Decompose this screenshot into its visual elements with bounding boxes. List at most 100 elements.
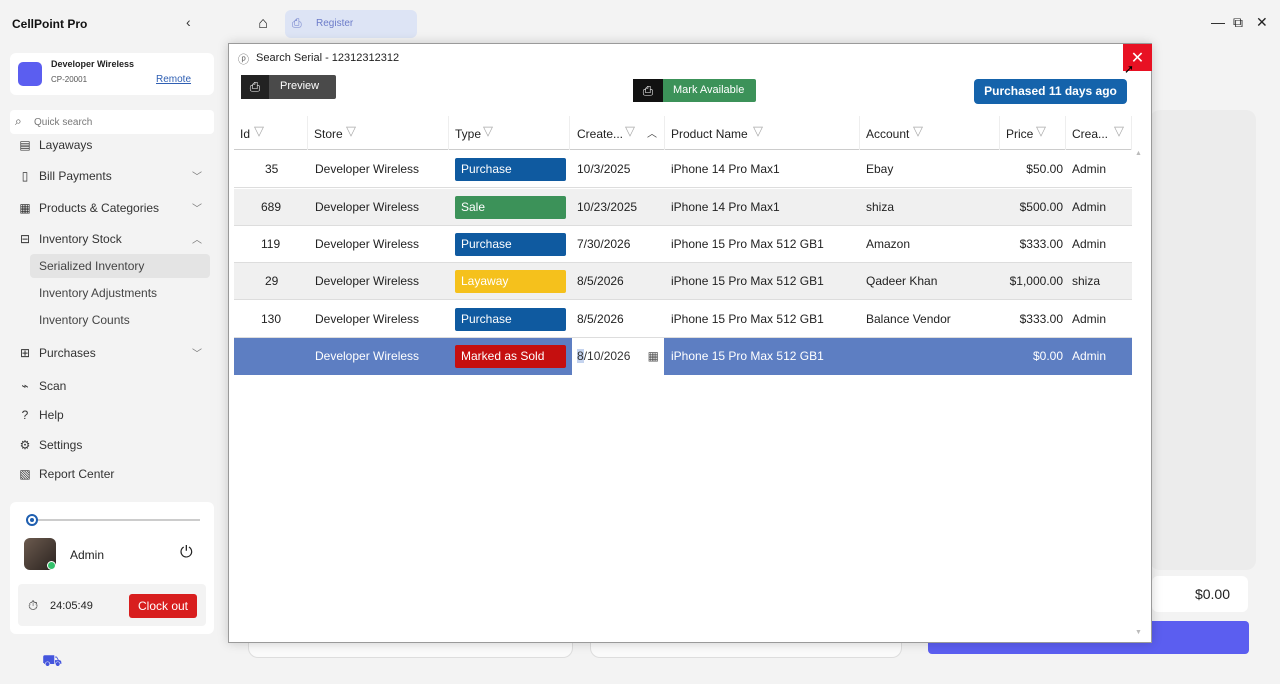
sidebar-item-settings[interactable]: ⚙ Settings — [10, 432, 214, 458]
sidebar-item-scan[interactable]: ⌁ Scan — [10, 373, 214, 399]
table-row[interactable]: 29 Developer Wireless Layaway 8/5/2026 i… — [234, 263, 1132, 300]
shift-timer: 24:05:49 — [50, 600, 93, 612]
mouse-cursor-icon: ➚ — [1124, 62, 1135, 76]
cell-product: iPhone 14 Pro Max1 — [671, 162, 780, 176]
column-header-id[interactable]: Id ▽ — [234, 116, 308, 150]
column-label: Type — [455, 127, 482, 141]
preview-label: Preview — [280, 80, 320, 92]
type-pill: Purchase — [455, 308, 566, 331]
cell-created-by: Admin — [1072, 237, 1107, 251]
delivery-truck-icon[interactable]: ⛟ — [42, 652, 62, 672]
column-header-price[interactable]: Price ▽ — [1000, 116, 1066, 150]
cell-created: 7/30/2026 — [577, 237, 631, 251]
timer-box: ⏱ 24:05:49 Clock out — [18, 584, 206, 626]
cell-created: 10/3/2025 — [577, 162, 631, 176]
sidebar-subitem-inventory-adjustments[interactable]: Inventory Adjustments — [30, 281, 210, 305]
search-serial-dialog: ⓟ Search Serial - 12312312312 ✕ ➚ ⎙ Prev… — [228, 43, 1152, 643]
column-header-account[interactable]: Account ▽ — [860, 116, 1000, 150]
sidebar-item-inventory-stock[interactable]: ⊟ Inventory Stock ︿ — [10, 226, 214, 252]
cell-price: $0.00 — [1032, 349, 1063, 363]
slider-handle[interactable] — [26, 514, 38, 526]
sidebar-item-label: Settings — [39, 438, 83, 452]
slider-track[interactable] — [28, 519, 200, 521]
created-date-editor[interactable]: 8/10/2026 ▦ — [572, 338, 664, 375]
sort-ascending-icon[interactable]: ︿ — [647, 125, 657, 140]
column-header-store[interactable]: Store ▽ — [308, 116, 449, 150]
table-row[interactable]: 35 Developer Wireless Purchase 10/3/2025… — [234, 151, 1132, 188]
filter-icon[interactable]: ▽ — [254, 123, 264, 139]
cell-id: 35 — [265, 162, 279, 176]
filter-icon[interactable]: ▽ — [483, 123, 493, 139]
cell-id: 29 — [265, 274, 279, 288]
tab-register[interactable]: ⎙ Register — [285, 10, 417, 38]
bill-payments-icon: ▯ — [21, 169, 29, 183]
date-editor-selection: 8 — [577, 349, 584, 363]
cell-store: Developer Wireless — [315, 162, 420, 176]
table-row[interactable]: 130 Developer Wireless Purchase 8/5/2026… — [234, 301, 1132, 338]
restore-button[interactable]: ⧉ — [1233, 14, 1243, 31]
column-header-created-by[interactable]: Crea... ▽ — [1066, 116, 1132, 150]
cell-id: 130 — [261, 312, 282, 326]
filter-icon[interactable]: ▽ — [753, 123, 763, 139]
mark-available-button[interactable]: ⎙ Mark Available — [633, 79, 756, 102]
inventory-icon: ⊟ — [19, 232, 31, 246]
column-header-product-name[interactable]: Product Name ▽ — [665, 116, 860, 150]
store-card[interactable]: Developer Wireless CP-20001 Remote — [10, 53, 214, 95]
grid-header: Id ▽ Store ▽ Type ▽ Create... ▽ ︿ Produc… — [234, 116, 1132, 150]
sidebar-item-report-center[interactable]: ▧ Report Center — [10, 461, 214, 487]
cell-product: iPhone 15 Pro Max 512 GB1 — [671, 312, 824, 326]
column-header-type[interactable]: Type ▽ — [449, 116, 570, 150]
sidebar-subitem-serialized-inventory[interactable]: Serialized Inventory — [30, 254, 210, 278]
home-icon[interactable]: ⌂ — [250, 11, 276, 37]
products-icon: ▦ — [19, 201, 31, 215]
cell-account: Qadeer Khan — [866, 274, 938, 288]
scroll-up-arrow[interactable]: ▲ — [1135, 150, 1142, 157]
sidebar-item-layaways[interactable]: ▤ Layaways — [10, 132, 214, 158]
preview-button[interactable]: ⎙ Preview — [241, 75, 336, 99]
cell-price: $333.00 — [1019, 237, 1063, 251]
quick-search[interactable]: ⌕ — [10, 110, 214, 134]
cell-id: 689 — [261, 200, 282, 214]
sidebar-item-purchases[interactable]: ⊞ Purchases ﹀ — [10, 340, 214, 366]
layaways-icon: ▤ — [19, 138, 31, 152]
chevron-down-icon: ﹀ — [192, 204, 202, 215]
table-row[interactable]: 119 Developer Wireless Purchase 7/30/202… — [234, 226, 1132, 263]
table-row[interactable]: 689 Developer Wireless Sale 10/23/2025 i… — [234, 189, 1132, 226]
sidebar-item-products[interactable]: ▦ Products & Categories ﹀ — [10, 195, 214, 221]
sidebar-item-help[interactable]: ? Help — [10, 402, 214, 428]
cell-account: shiza — [866, 200, 895, 214]
scroll-down-arrow[interactable]: ▼ — [1135, 629, 1142, 636]
cell-store: Developer Wireless — [315, 274, 420, 288]
filter-icon[interactable]: ▽ — [346, 123, 356, 139]
calendar-icon[interactable]: ▦ — [648, 338, 659, 375]
quick-search-input[interactable] — [34, 114, 204, 130]
purchased-age-badge: Purchased 11 days ago — [974, 79, 1127, 104]
cell-created: 10/23/2025 — [577, 200, 638, 214]
cell-store: Developer Wireless — [315, 349, 420, 363]
window-close-button[interactable]: ✕ — [1256, 14, 1268, 31]
sidebar-subitem-inventory-counts[interactable]: Inventory Counts — [30, 308, 210, 332]
filter-icon[interactable]: ▽ — [1036, 123, 1046, 139]
settings-icon: ⚙ — [19, 438, 31, 452]
printer-icon: ⎙ — [633, 79, 663, 102]
cell-store: Developer Wireless — [315, 237, 420, 251]
cell-product: iPhone 15 Pro Max 512 GB1 — [671, 237, 824, 251]
dialog-title: Search Serial - 12312312312 — [256, 52, 400, 64]
column-header-created[interactable]: Create... ▽ ︿ — [571, 116, 665, 150]
minimize-button[interactable]: — — [1211, 14, 1225, 30]
power-icon[interactable]: ⏻ — [180, 544, 193, 562]
clock-out-button[interactable]: Clock out — [129, 594, 197, 618]
filter-icon[interactable]: ▽ — [913, 123, 923, 139]
column-label: Account — [866, 127, 910, 141]
filter-icon[interactable]: ▽ — [1114, 123, 1124, 139]
filter-icon[interactable]: ▽ — [625, 123, 635, 139]
sidebar-item-label: Bill Payments — [39, 169, 112, 183]
cell-created-by: Admin — [1072, 312, 1107, 326]
cell-price: $500.00 — [1019, 200, 1063, 214]
collapse-sidebar-button[interactable]: ‹ — [186, 14, 191, 30]
cell-id: 119 — [261, 237, 281, 251]
remote-link[interactable]: Remote — [156, 74, 191, 85]
cell-created-by: Admin — [1072, 349, 1107, 363]
table-row-selected[interactable]: Developer Wireless Marked as Sold 8/10/2… — [234, 338, 1132, 375]
sidebar-item-bill-payments[interactable]: ▯ Bill Payments ﹀ — [10, 163, 214, 189]
